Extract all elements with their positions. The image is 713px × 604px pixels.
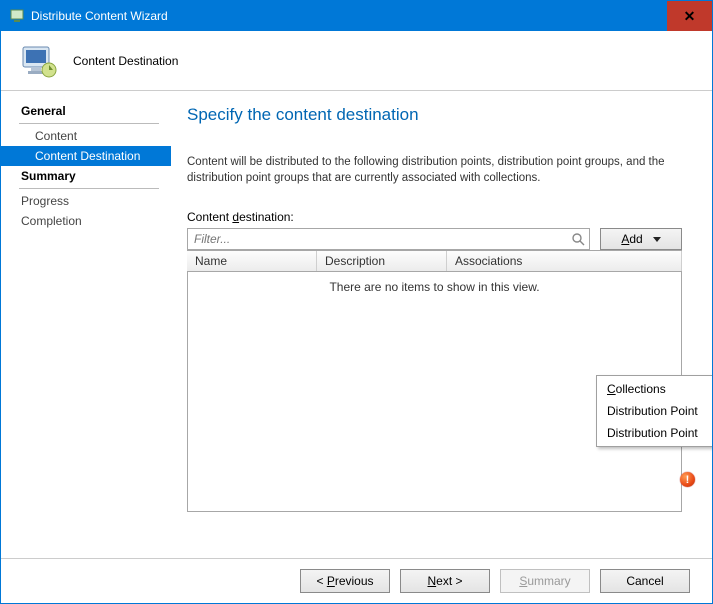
nav-general[interactable]: General: [1, 101, 171, 121]
search-icon[interactable]: [571, 232, 585, 246]
empty-message: There are no items to show in this view.: [188, 272, 681, 294]
filter-box[interactable]: [187, 228, 590, 250]
cancel-button[interactable]: Cancel: [600, 569, 690, 593]
nav-content[interactable]: Content: [1, 126, 171, 146]
window-title: Distribute Content Wizard: [31, 9, 667, 23]
titlebar[interactable]: Distribute Content Wizard ✕: [1, 1, 712, 31]
intro-text: Content will be distributed to the follo…: [187, 155, 682, 186]
summary-button: Summary: [500, 569, 590, 593]
close-icon: ✕: [684, 8, 696, 25]
wizard-nav: General Content Content Destination Summ…: [1, 91, 171, 558]
nav-completion[interactable]: Completion: [1, 211, 171, 231]
add-dropdown-menu: Collections Distribution Point Distribut…: [596, 375, 712, 447]
close-button[interactable]: ✕: [667, 1, 712, 31]
error-icon: !: [680, 472, 695, 487]
monitor-icon: [19, 41, 59, 81]
nav-summary[interactable]: Summary: [1, 166, 171, 186]
nav-divider: [19, 123, 159, 124]
nav-progress[interactable]: Progress: [1, 191, 171, 211]
wizard-footer: < Previous Next > Summary Cancel: [1, 558, 712, 603]
page-heading: Specify the content destination: [187, 105, 682, 125]
col-associations[interactable]: Associations: [447, 251, 682, 271]
menu-item-distribution-point[interactable]: Distribution Point: [597, 400, 712, 422]
nav-divider: [19, 188, 159, 189]
app-icon: [9, 8, 25, 24]
page-title: Content Destination: [73, 54, 178, 68]
col-name[interactable]: Name: [187, 251, 317, 271]
menu-item-distribution-point-groups[interactable]: Distribution Point: [597, 422, 712, 444]
next-button[interactable]: Next >: [400, 569, 490, 593]
content-pane: Specify the content destination Content …: [171, 91, 712, 558]
filter-input[interactable]: [192, 231, 571, 247]
add-button[interactable]: Add: [600, 228, 682, 250]
content-destination-label: Content destination:: [187, 210, 682, 224]
col-description[interactable]: Description: [317, 251, 447, 271]
wizard-window: Distribute Content Wizard ✕ Content Dest…: [0, 0, 713, 604]
menu-item-collections[interactable]: Collections: [597, 378, 712, 400]
chevron-down-icon: [653, 237, 661, 242]
previous-button[interactable]: < Previous: [300, 569, 390, 593]
header-band: Content Destination: [1, 31, 712, 91]
nav-content-destination[interactable]: Content Destination: [1, 146, 171, 166]
list-header: Name Description Associations: [187, 250, 682, 272]
